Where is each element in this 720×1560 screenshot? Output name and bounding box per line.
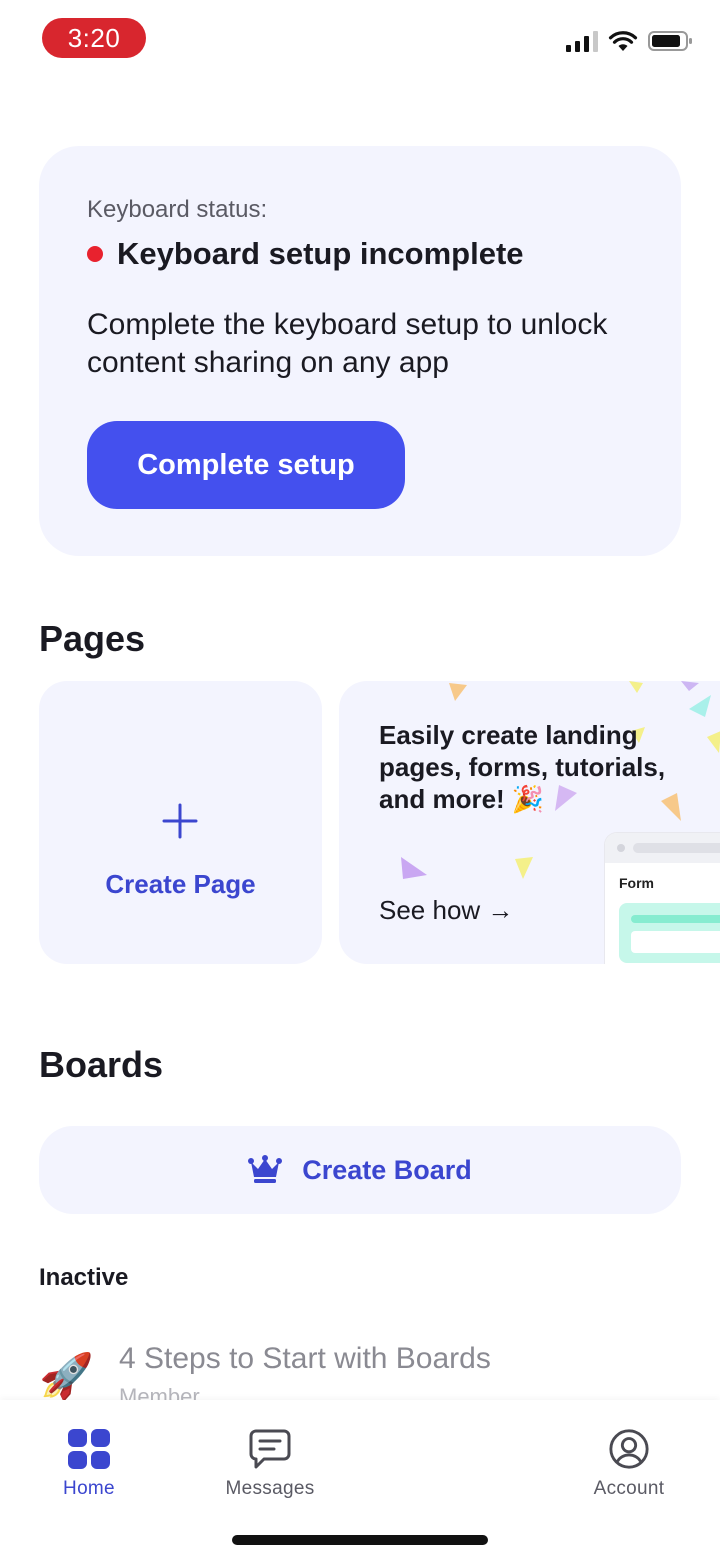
board-list-item[interactable]: 🚀 4 Steps to Start with Boards Member xyxy=(39,1338,679,1402)
home-grid-icon xyxy=(68,1429,110,1469)
create-page-card[interactable]: Create Page xyxy=(39,681,322,964)
keyboard-setup-description: Complete the keyboard setup to unlock co… xyxy=(87,308,608,379)
app-screen: 3:20 Keyboard status: Keyboard setup inc… xyxy=(0,0,720,1560)
tab-account-label: Account xyxy=(593,1478,665,1499)
inactive-section-label: Inactive xyxy=(39,1264,129,1291)
signal-icon xyxy=(566,30,598,52)
keyboard-status-label: Keyboard status: xyxy=(87,196,268,223)
wifi-icon xyxy=(608,31,638,51)
create-page-label: Create Page xyxy=(105,869,256,899)
complete-setup-button[interactable]: Complete setup xyxy=(87,421,405,509)
plus-icon xyxy=(162,803,198,839)
tab-messages[interactable]: Messages xyxy=(210,1428,330,1500)
battery-icon xyxy=(648,31,692,51)
message-icon xyxy=(249,1429,291,1469)
tab-messages-label: Messages xyxy=(225,1478,315,1499)
keyboard-status-row: Keyboard setup incomplete xyxy=(87,236,524,272)
status-icons xyxy=(566,30,694,52)
tab-account[interactable]: Account xyxy=(569,1428,689,1500)
account-icon xyxy=(609,1429,649,1469)
pages-promo-text: Easily create landing pages, forms, tuto… xyxy=(379,720,666,814)
pages-heading: Pages xyxy=(39,618,146,659)
status-time: 3:20 xyxy=(42,18,146,58)
crown-icon xyxy=(248,1155,283,1183)
keyboard-status-value: Keyboard setup incomplete xyxy=(117,236,524,271)
tab-home[interactable]: Home xyxy=(29,1428,149,1500)
form-preview-illustration: Form xyxy=(605,833,720,964)
status-dot-icon xyxy=(87,246,103,262)
tab-home-label: Home xyxy=(63,1478,115,1499)
form-preview-label: Form xyxy=(619,875,654,891)
board-title: 4 Steps to Start with Boards xyxy=(119,1342,491,1375)
create-board-button[interactable]: Create Board xyxy=(39,1126,681,1214)
boards-heading: Boards xyxy=(39,1044,164,1085)
pages-promo-card[interactable]: Easily create landing pages, forms, tuto… xyxy=(339,681,720,964)
see-how-link[interactable]: See how → xyxy=(379,895,513,926)
rocket-icon: 🚀 xyxy=(39,1352,94,1401)
home-indicator xyxy=(232,1535,488,1545)
keyboard-status-card: Keyboard status: Keyboard setup incomple… xyxy=(39,146,681,556)
create-board-label: Create Board xyxy=(302,1154,472,1185)
